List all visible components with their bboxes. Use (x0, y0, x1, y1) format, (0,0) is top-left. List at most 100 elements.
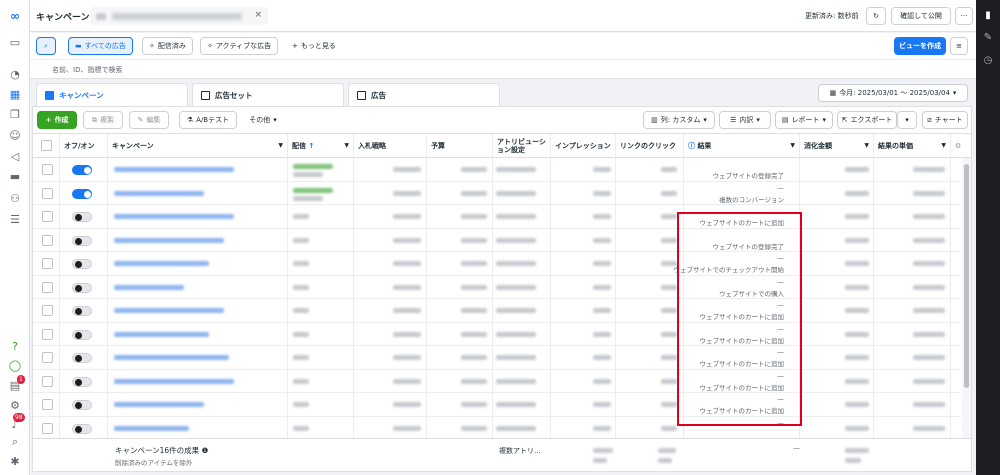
column-settings-button[interactable]: ⚙ (951, 134, 971, 158)
campaign-name-redacted[interactable] (114, 378, 234, 384)
campaign-toggle[interactable] (72, 259, 92, 269)
megaphone-icon[interactable]: ◁ (6, 148, 24, 164)
row-checkbox[interactable] (42, 281, 53, 293)
panel-toggle-icon[interactable]: ▭ (6, 34, 24, 50)
row-checkbox[interactable] (42, 305, 53, 316)
billing-card-icon[interactable]: ▬ (6, 168, 24, 184)
audience-icon[interactable]: ☺ (6, 127, 24, 143)
menu-icon[interactable]: ☰ (6, 211, 24, 227)
scroll-thumb[interactable] (964, 164, 969, 388)
row-checkbox[interactable] (42, 234, 53, 246)
campaign-toggle[interactable] (72, 188, 92, 199)
columns-button[interactable]: ▥ 列: カスタム ▾ (643, 111, 715, 129)
delivered-filter[interactable]: ✧ 配信済み (142, 37, 193, 55)
row-checkbox[interactable] (42, 352, 53, 363)
campaign-name-redacted[interactable] (114, 284, 184, 290)
header-impressions[interactable]: インプレッション (551, 134, 616, 158)
history-clock-icon[interactable]: ◷ (981, 53, 995, 67)
header-spent[interactable]: 消化金額 ▼ (800, 134, 874, 158)
refresh-button[interactable]: ↻ (866, 7, 886, 25)
table-row[interactable]: — ウェブサイトのカートに追加 (33, 299, 961, 323)
chat-icon[interactable]: ◯ (6, 357, 24, 373)
people-icon[interactable]: ⚇ (6, 190, 24, 206)
more-filters[interactable]: + もっと見る (286, 37, 342, 55)
export-menu-button[interactable]: ▾ (897, 111, 917, 129)
campaign-toggle[interactable] (72, 235, 92, 246)
bar-chart-icon[interactable]: ▮ (981, 8, 995, 22)
header-cost-per-result[interactable]: 結果の単価 ▼ (874, 134, 951, 158)
export-button[interactable]: ⇱ エクスポート (837, 111, 897, 129)
pages-icon[interactable]: ❐ (6, 106, 24, 122)
view-settings-button[interactable]: ≡ (950, 37, 968, 55)
pencil-icon[interactable]: ✎ (981, 30, 995, 44)
row-checkbox[interactable] (42, 258, 53, 269)
search-button[interactable]: ⌕ (36, 37, 56, 55)
header-budget[interactable]: 予算 (427, 134, 493, 158)
row-checkbox[interactable] (42, 328, 53, 340)
help-icon[interactable]: ? (6, 338, 24, 354)
ab-test-button[interactable]: ⚗ A/Bテスト (179, 111, 237, 129)
bug-report-icon[interactable]: ✱ (6, 453, 24, 469)
tab-adsets[interactable]: 広告セット (192, 83, 344, 106)
header-link-clicks[interactable]: リンクのクリック (616, 134, 684, 158)
campaign-toggle[interactable] (72, 212, 92, 222)
campaign-name-redacted[interactable] (114, 190, 204, 196)
campaign-name-redacted[interactable] (114, 402, 204, 407)
header-attribution[interactable]: アトリビューション設定 (493, 134, 551, 158)
campaign-name-redacted[interactable] (114, 261, 209, 266)
table-row[interactable]: — ウェブサイトのカートに追加 (33, 393, 961, 417)
create-view-button[interactable]: ビューを作成 (894, 37, 946, 55)
campaign-name-redacted[interactable] (114, 167, 234, 172)
campaign-name-redacted[interactable] (114, 425, 189, 431)
edit-button[interactable]: ✎ 編集 (129, 111, 169, 129)
header-onoff[interactable]: オフ/オン (60, 134, 108, 158)
duplicate-button[interactable]: ⧉ 複製 (83, 111, 123, 129)
campaign-toggle[interactable] (72, 282, 92, 293)
campaign-name-redacted[interactable] (114, 214, 234, 219)
search-field[interactable]: 名前、ID、指標で検索 (30, 59, 976, 79)
dashboard-icon[interactable]: ◔ (6, 66, 24, 82)
create-button[interactable]: + 作成 (37, 111, 77, 129)
table-scrollbar[interactable] (962, 158, 971, 438)
row-checkbox[interactable] (42, 211, 53, 222)
campaign-toggle[interactable] (72, 353, 92, 363)
row-checkbox[interactable] (42, 375, 53, 387)
meta-logo-icon[interactable]: ∞ (6, 8, 24, 24)
table-row[interactable]: ウェブサイトの登録完了 (33, 158, 961, 182)
campaign-name-redacted[interactable] (114, 355, 229, 360)
table-row[interactable]: ウェブサイトのカートに追加 (33, 205, 961, 229)
search-icon[interactable]: ⌕ (6, 434, 24, 450)
campaign-toggle[interactable] (72, 165, 92, 175)
review-publish-button[interactable]: 確認して公開 (891, 7, 951, 25)
more-actions-button[interactable]: その他 ▾ (243, 111, 283, 129)
campaign-name-redacted[interactable] (114, 308, 224, 313)
campaign-toggle[interactable] (72, 306, 92, 316)
active-ads-filter[interactable]: ✧ アクティブな広告 (200, 37, 279, 55)
close-icon[interactable]: × (254, 10, 262, 20)
date-range-picker[interactable]: ▦ 今月: 2025/03/01 〜 2025/03/04 ▾ (818, 84, 968, 102)
table-row[interactable]: — 複数のコンバージョン (33, 181, 961, 205)
header-campaign[interactable]: キャンペーン ▼ (108, 134, 288, 158)
campaign-toggle[interactable] (72, 400, 92, 410)
campaign-name-redacted[interactable] (114, 237, 224, 243)
reports-button[interactable]: ▤ レポート ▾ (775, 111, 833, 129)
table-row[interactable]: — ウェブサイトのカートに追加 (33, 322, 961, 346)
campaign-toggle[interactable] (72, 329, 92, 340)
campaigns-grid-icon[interactable]: ▦ (6, 86, 24, 102)
table-row[interactable]: — ウェブサイトでのチェックアウト開始 (33, 252, 961, 276)
table-row[interactable]: ウェブサイトの登録完了 (33, 228, 961, 252)
campaign-toggle[interactable] (72, 376, 92, 387)
header-results[interactable]: ⓘ 結果 ▼ (684, 134, 800, 158)
tab-campaigns[interactable]: キャンペーン (36, 83, 188, 107)
table-row[interactable]: — ウェブサイトでの購入 (33, 275, 961, 299)
row-checkbox[interactable] (42, 422, 53, 434)
account-selector[interactable]: × (90, 7, 268, 25)
header-bid[interactable]: 入札戦略 (354, 134, 427, 158)
row-checkbox[interactable] (42, 399, 53, 410)
table-row[interactable]: — ウェブサイトのカートに追加 (33, 346, 961, 370)
breakdown-button[interactable]: ☰ 内訳 ▾ (719, 111, 771, 129)
more-options-button[interactable]: ··· (955, 7, 973, 25)
table-row[interactable]: — ウェブサイトのカートに追加 (33, 369, 961, 393)
select-all-checkbox[interactable] (41, 140, 52, 151)
row-checkbox[interactable] (42, 164, 53, 175)
